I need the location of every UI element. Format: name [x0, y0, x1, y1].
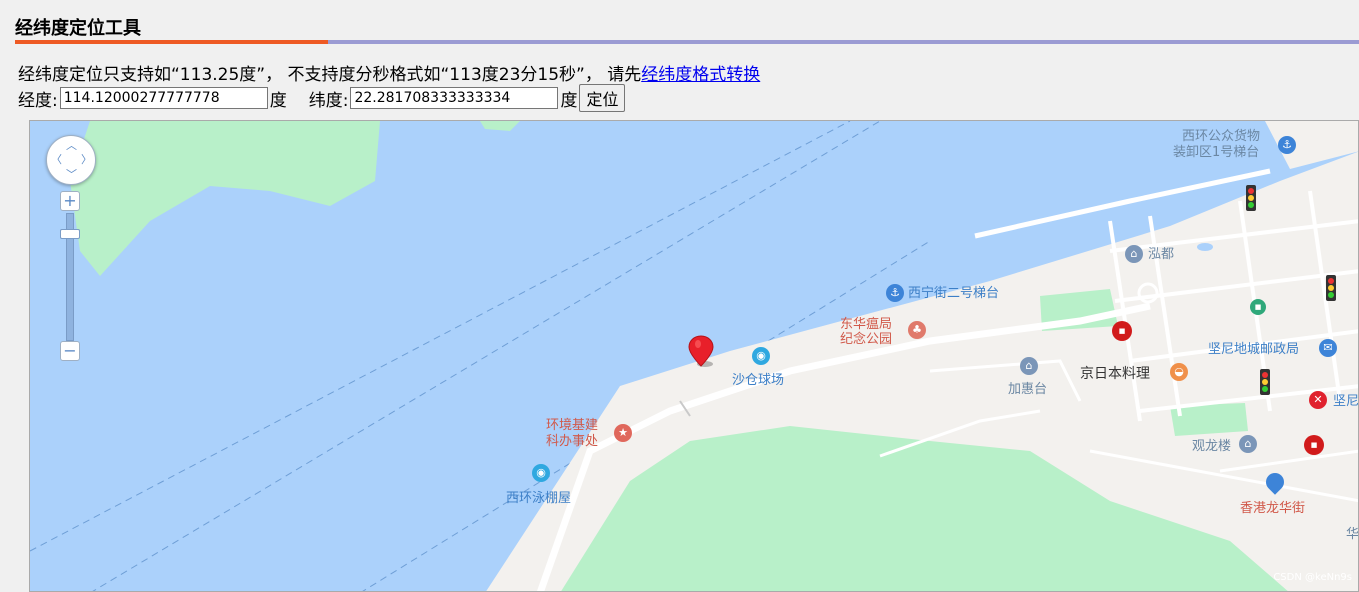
- locate-button[interactable]: 定位: [579, 84, 626, 112]
- format-convert-link[interactable]: 经纬度格式转换: [641, 65, 760, 85]
- map-view[interactable]: ⚓ ⌂ ⚓ ♣ ◉ ⌂ ◒ ✉ ✕ ★ ⌂ ◉ ■ ■ ■ 西环公众货物 装卸区…: [29, 120, 1359, 592]
- pan-left-icon[interactable]: 〈: [51, 154, 62, 165]
- location-marker-icon[interactable]: [688, 334, 716, 370]
- office-icon[interactable]: ★: [614, 424, 632, 442]
- title-divider-accent: [15, 40, 328, 44]
- map-label: 加惠台: [1008, 382, 1048, 397]
- residence-icon[interactable]: ⌂: [1239, 435, 1257, 453]
- pier-icon[interactable]: ⚓: [1278, 136, 1296, 154]
- pan-right-icon[interactable]: 〉: [81, 154, 92, 165]
- pan-up-icon[interactable]: ︿: [66, 140, 77, 151]
- longitude-label: 经度:: [18, 90, 58, 111]
- map-label: 西宁街二号梯台: [908, 286, 1000, 301]
- zoom-out-button[interactable]: −: [60, 341, 80, 361]
- pier-icon[interactable]: ⚓: [886, 284, 904, 302]
- shop-icon[interactable]: ■: [1304, 435, 1324, 455]
- map-label: 沙仓球场: [732, 373, 785, 388]
- restaurant-icon[interactable]: ◒: [1170, 363, 1188, 381]
- latitude-label: 纬度:: [308, 90, 349, 111]
- map-label: 京日本料理: [1080, 366, 1150, 382]
- map-label: 装卸区1号梯台: [1173, 145, 1260, 160]
- shop-icon[interactable]: ■: [1112, 321, 1132, 341]
- map-label: 西环公众货物: [1182, 129, 1261, 144]
- map-label: 纪念公园: [840, 332, 893, 347]
- longitude-unit: 度: [269, 90, 287, 111]
- zoom-slider-thumb[interactable]: [60, 229, 80, 239]
- residence-icon[interactable]: ⌂: [1125, 245, 1143, 263]
- residence-icon[interactable]: ⌂: [1020, 357, 1038, 375]
- latitude-input[interactable]: [350, 87, 559, 109]
- post-office-icon[interactable]: ✉: [1319, 339, 1337, 357]
- page-title: 经纬度定位工具: [15, 18, 141, 39]
- watermark: CSDN @keNn9s: [1273, 572, 1352, 583]
- map-label: 坚尼: [1333, 394, 1359, 409]
- notice-text: 经纬度定位只支持如“113.25度”， 不支持度分秒格式如“113度23分15秒…: [18, 65, 642, 85]
- traffic-light-icon: [1246, 185, 1256, 211]
- map-label: 环境基建: [546, 418, 599, 433]
- traffic-light-icon: [1326, 275, 1336, 301]
- map-label: 华: [1346, 527, 1359, 542]
- longitude-input[interactable]: [59, 87, 268, 109]
- map-label: 西环泳棚屋: [506, 491, 572, 506]
- mtr-icon[interactable]: ✕: [1309, 391, 1327, 409]
- pool-icon[interactable]: ◉: [532, 464, 550, 482]
- map-label: 东华瘟局: [840, 317, 893, 332]
- zoom-in-button[interactable]: +: [60, 191, 80, 211]
- map-label: 坚尼地城邮政局: [1208, 342, 1300, 357]
- map-label: 观龙楼: [1192, 439, 1232, 454]
- map-label: 泓都: [1148, 247, 1175, 262]
- park-icon[interactable]: ♣: [908, 321, 926, 339]
- map-label: 香港龙华街: [1240, 501, 1306, 516]
- coordinate-form: 经度: 度 纬度: 度 定位: [18, 84, 626, 112]
- format-notice: 经纬度定位只支持如“113.25度”， 不支持度分秒格式如“113度23分15秒…: [18, 60, 760, 85]
- bus-stop-icon[interactable]: ■: [1250, 299, 1266, 315]
- map-label: 科办事处: [546, 434, 599, 449]
- traffic-light-icon: [1260, 369, 1270, 395]
- pan-control[interactable]: ︿ ﹀ 〈 〉: [46, 135, 96, 185]
- latitude-unit: 度: [560, 90, 578, 111]
- pan-down-icon[interactable]: ﹀: [66, 169, 77, 180]
- sports-icon[interactable]: ◉: [752, 347, 770, 365]
